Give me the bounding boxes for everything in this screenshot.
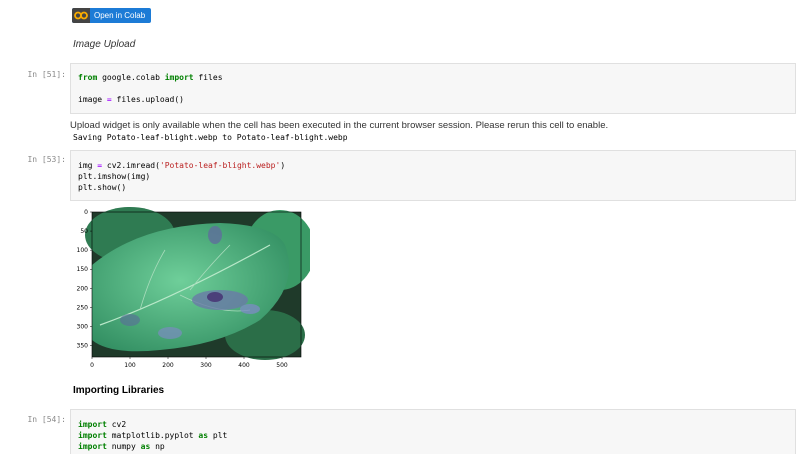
code-token: as (198, 431, 209, 440)
y-tick-label: 350 (77, 343, 89, 350)
open-in-colab-badge[interactable]: Open in Colab (72, 8, 151, 23)
code-cell[interactable]: from google.colab import files image = f… (70, 63, 796, 114)
code-token: from (78, 73, 98, 82)
code-token: import (78, 442, 107, 451)
x-tick-label: 200 (162, 362, 174, 369)
x-tick-label: 300 (200, 362, 212, 369)
code-token: files (193, 73, 223, 82)
code-token: as (140, 442, 151, 451)
code-line: plt.show() (78, 182, 126, 193)
cell-prompt: In [53]: (27, 155, 66, 164)
code-token: image (78, 95, 107, 104)
code-token: plt.imshow(img) (78, 172, 151, 181)
code-token: cv2.imread( (102, 161, 160, 170)
plot-output: 0 50 100 150 200 250 300 350 0 100 200 300 400 500 (77, 207, 310, 369)
code-line: import numpy as np (78, 441, 165, 452)
x-tick-label: 400 (238, 362, 250, 369)
code-token: google.colab (97, 73, 165, 82)
code-line: plt.imshow(img) (78, 171, 150, 182)
code-token: import (78, 420, 107, 429)
colab-logo-icon (72, 8, 90, 23)
code-line: import matplotlib.pyplot as plt (78, 430, 227, 441)
code-token: import (164, 73, 194, 82)
code-line: from google.colab import files (78, 72, 223, 83)
code-line: image = files.upload() (78, 94, 184, 105)
code-token: import (78, 431, 107, 440)
code-cell[interactable]: img = cv2.imread('Potato-leaf-blight.web… (70, 150, 796, 201)
code-token: ) (280, 161, 286, 170)
colab-badge-label: Open in Colab (94, 11, 146, 20)
y-tick-label: 200 (77, 285, 89, 292)
cell-output-text: Saving Potato-leaf-blight.webp to Potato… (73, 133, 348, 142)
y-tick-label: 250 (77, 304, 89, 311)
x-tick-label: 100 (124, 362, 136, 369)
code-token: plt.show() (78, 183, 127, 192)
code-token: cv2 (106, 420, 127, 429)
code-token: img (78, 161, 98, 170)
y-tick-label: 50 (80, 228, 88, 235)
x-tick-label: 500 (276, 362, 288, 369)
y-tick-label: 300 (77, 323, 89, 330)
code-line: img = cv2.imread('Potato-leaf-blight.web… (78, 160, 285, 171)
cell-prompt: In [51]: (27, 70, 66, 79)
x-tick-label: 0 (90, 362, 94, 369)
code-token: numpy (106, 442, 141, 451)
code-cell[interactable]: import cv2 import matplotlib.pyplot as p… (70, 409, 796, 454)
y-tick-label: 100 (77, 247, 89, 254)
code-token: files.upload() (111, 95, 184, 104)
code-token: plt (208, 431, 228, 440)
cell-prompt: In [54]: (27, 415, 66, 424)
code-line: import cv2 (78, 419, 126, 430)
upload-widget-message: Upload widget is only available when the… (70, 120, 609, 131)
markdown-heading-importing-libraries: Importing Libraries (73, 385, 165, 396)
markdown-heading-image-upload: Image Upload (73, 39, 136, 50)
code-token: matplotlib.pyplot (106, 431, 199, 440)
code-token: np (150, 442, 165, 451)
y-tick-label: 0 (84, 209, 88, 216)
y-tick-label: 150 (77, 266, 89, 273)
leaf-image (85, 207, 310, 360)
code-token: 'Potato-leaf-blight.webp' (159, 161, 281, 170)
